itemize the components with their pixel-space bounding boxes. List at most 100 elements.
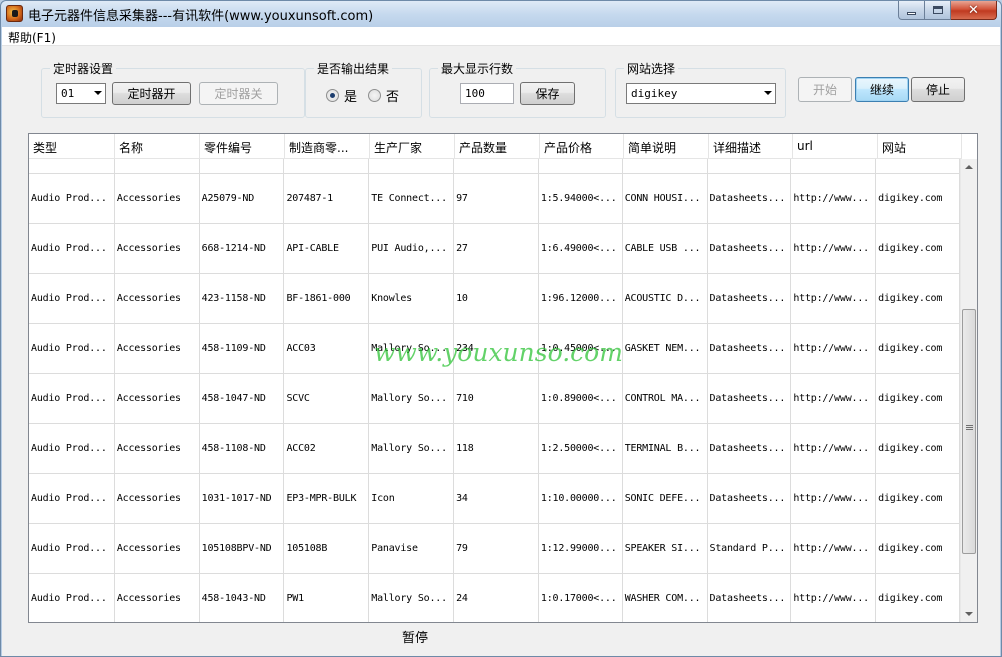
table-cell: PW1 [284, 574, 370, 622]
scroll-up-icon[interactable] [965, 165, 973, 169]
title-bar[interactable]: 电子元器件信息采集器---有讯软件(www.youxunsoft.com) ✕ [1, 1, 1001, 27]
output-results-group: 是否输出结果 是 否 [305, 60, 422, 118]
table-cell [284, 159, 370, 173]
table-row[interactable]: Audio Prod... Accessories 458-1047-ND SCVC M… [29, 374, 960, 424]
timer-interval-select[interactable]: 01 [56, 83, 106, 104]
table-cell: 458-1043-ND [200, 574, 285, 622]
table-cell: digikey.com [876, 174, 960, 223]
column-header[interactable]: 详细描述 [709, 134, 793, 159]
table-cell: Accessories [115, 574, 200, 622]
column-header[interactable]: url [793, 134, 878, 159]
column-header[interactable]: 简单说明 [624, 134, 709, 159]
output-no-radio[interactable]: 否 [368, 86, 399, 105]
table-cell: Datasheets... [708, 374, 792, 423]
table-cell: Datasheets... [708, 174, 792, 223]
table-cell: http://www... [791, 174, 877, 223]
table-cell: Accessories [115, 274, 200, 323]
column-header[interactable]: 制造商零... [285, 134, 370, 159]
timer-start-button[interactable]: 定时器开 [112, 82, 191, 105]
output-no-label: 否 [386, 90, 400, 105]
chevron-down-icon [94, 91, 102, 95]
results-table[interactable]: 类型 名称 零件编号 制造商零... 生产厂家 产品数量 产品价格 简单说明 详细描述 url 网站… [28, 133, 978, 623]
table-cell: Datasheets... [708, 224, 792, 273]
table-row[interactable]: Audio Prod... Accessories 423-1158-ND BF-18… [29, 274, 960, 324]
table-cell: 1:12.99000... [539, 524, 623, 573]
continue-button[interactable]: 继续 [855, 77, 909, 102]
table-cell: Audio Prod... [29, 174, 115, 223]
table-row[interactable]: Audio Prod... Accessories 458-1108-ND ACC02… [29, 424, 960, 474]
table-row[interactable]: Audio Prod... Accessories 458-1109-ND ACC03… [29, 324, 960, 374]
vertical-scrollbar[interactable] [960, 159, 977, 622]
site-select-label: 网站选择 [624, 60, 679, 77]
stop-button[interactable]: 停止 [911, 77, 965, 102]
table-cell [623, 159, 708, 173]
table-cell: Accessories [115, 474, 200, 523]
table-cell: http://www... [791, 324, 877, 373]
table-row[interactable]: Audio Prod... Accessories 105108BPV-ND 1051… [29, 524, 960, 574]
column-header[interactable]: 名称 [115, 134, 200, 159]
table-cell: SONIC DEFE... [623, 474, 708, 523]
timer-stop-button[interactable]: 定时器关 [199, 82, 278, 105]
save-button[interactable]: 保存 [520, 82, 575, 105]
column-header[interactable]: 零件编号 [200, 134, 285, 159]
column-header[interactable]: 产品数量 [455, 134, 540, 159]
table-cell: digikey.com [876, 224, 960, 273]
table-cell: 1:10.00000... [539, 474, 623, 523]
maximize-button[interactable] [925, 1, 951, 20]
status-text: 暂停 [402, 631, 429, 646]
timer-settings-label: 定时器设置 [50, 60, 117, 77]
menu-help[interactable]: 帮助(F1) [8, 29, 56, 46]
max-rows-input[interactable]: 100 [460, 83, 514, 104]
table-cell: 207487-1 [284, 174, 370, 223]
table-cell: http://www... [791, 424, 877, 473]
table-cell: 105108B [284, 524, 370, 573]
column-header[interactable]: 网站 [878, 134, 962, 159]
table-row[interactable]: Audio Prod... Accessories 668-1214-ND API-C… [29, 224, 960, 274]
table-cell: Knowles [369, 274, 455, 323]
column-header[interactable]: 类型 [29, 134, 115, 159]
close-icon: ✕ [968, 2, 979, 18]
start-button[interactable]: 开始 [798, 77, 852, 102]
table-cell [200, 159, 285, 173]
table-row[interactable]: Audio Prod... Accessories 1031-1017-ND EP3-… [29, 474, 960, 524]
column-header[interactable]: 产品价格 [540, 134, 624, 159]
table-cell: http://www... [791, 224, 877, 273]
table-cell: ACOUSTIC D... [623, 274, 708, 323]
table-row[interactable]: Audio Prod... Accessories A25079-ND 207487-… [29, 174, 960, 224]
table-cell: digikey.com [876, 474, 960, 523]
table-cell: 458-1109-ND [200, 324, 285, 373]
table-cell: 1:0.17000<... [539, 574, 623, 622]
table-cell: 24 [454, 574, 539, 622]
table-cell: CABLE USB ... [623, 224, 708, 273]
table-cell: BF-1861-000 [284, 274, 370, 323]
table-cell: 1031-1017-ND [200, 474, 285, 523]
table-cell [29, 159, 115, 173]
scroll-down-icon[interactable] [965, 612, 973, 616]
app-window: 电子元器件信息采集器---有讯软件(www.youxunsoft.com) ✕ … [0, 0, 1002, 657]
table-cell: Mallory So... [369, 424, 455, 473]
table-cell: Datasheets... [708, 274, 792, 323]
table-cell: digikey.com [876, 574, 960, 622]
table-cell: 423-1158-ND [200, 274, 285, 323]
table-cell: http://www... [791, 274, 877, 323]
table-cell: Datasheets... [708, 474, 792, 523]
table-cell: Mallory So... [369, 324, 455, 373]
table-cell: ACC02 [284, 424, 370, 473]
column-header[interactable]: 生产厂家 [370, 134, 455, 159]
minimize-button[interactable] [898, 1, 925, 20]
table-row[interactable]: Audio Prod... Accessories 458-1043-ND PW1 Ma… [29, 574, 960, 622]
table-cell: SCVC [284, 374, 370, 423]
close-button[interactable]: ✕ [951, 1, 997, 20]
menu-bar: 帮助(F1) [2, 27, 1000, 46]
table-cell: Audio Prod... [29, 374, 115, 423]
table-cell: Audio Prod... [29, 324, 115, 373]
scrollbar-thumb[interactable] [962, 309, 976, 554]
table-cell: Standard P... [708, 524, 792, 573]
table-cell: 97 [454, 174, 539, 223]
chevron-down-icon [764, 91, 772, 95]
site-select[interactable]: digikey [626, 83, 776, 104]
table-cell [876, 159, 960, 173]
table-cell: digikey.com [876, 274, 960, 323]
table-cell: Icon [369, 474, 455, 523]
output-yes-radio[interactable]: 是 [326, 86, 357, 105]
